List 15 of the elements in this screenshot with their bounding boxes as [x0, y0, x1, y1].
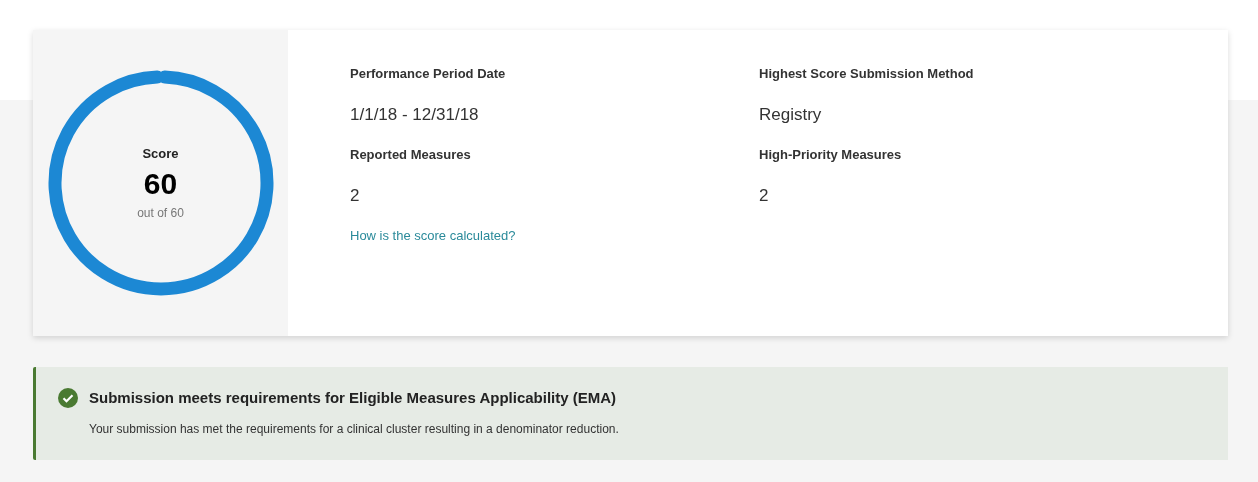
field-label: Reported Measures: [350, 146, 472, 164]
field-value: 1/1/18 - 12/31/18: [350, 103, 480, 126]
alert-message: Your submission has met the requirements for a clinical cluster resulting in a denominator reduction.: [89, 420, 620, 438]
check-circle-icon: [58, 388, 78, 409]
field-label: Highest Score Submission Method: [759, 65, 975, 83]
field-value: 2: [759, 184, 770, 207]
field-value: Registry: [759, 103, 823, 126]
score-value: 60: [143, 165, 178, 202]
score-label: Score: [142, 145, 179, 164]
field-value: 2: [350, 184, 361, 207]
alert-title: Submission meets requirements for Eligible Measures Applicability (EMA): [89, 388, 617, 408]
field-label: High-Priority Measures: [759, 146, 903, 164]
score-help-link[interactable]: How is the score calculated?: [350, 226, 516, 246]
field-label: Performance Period Date: [350, 65, 507, 83]
score-out-of: out of 60: [137, 204, 184, 222]
